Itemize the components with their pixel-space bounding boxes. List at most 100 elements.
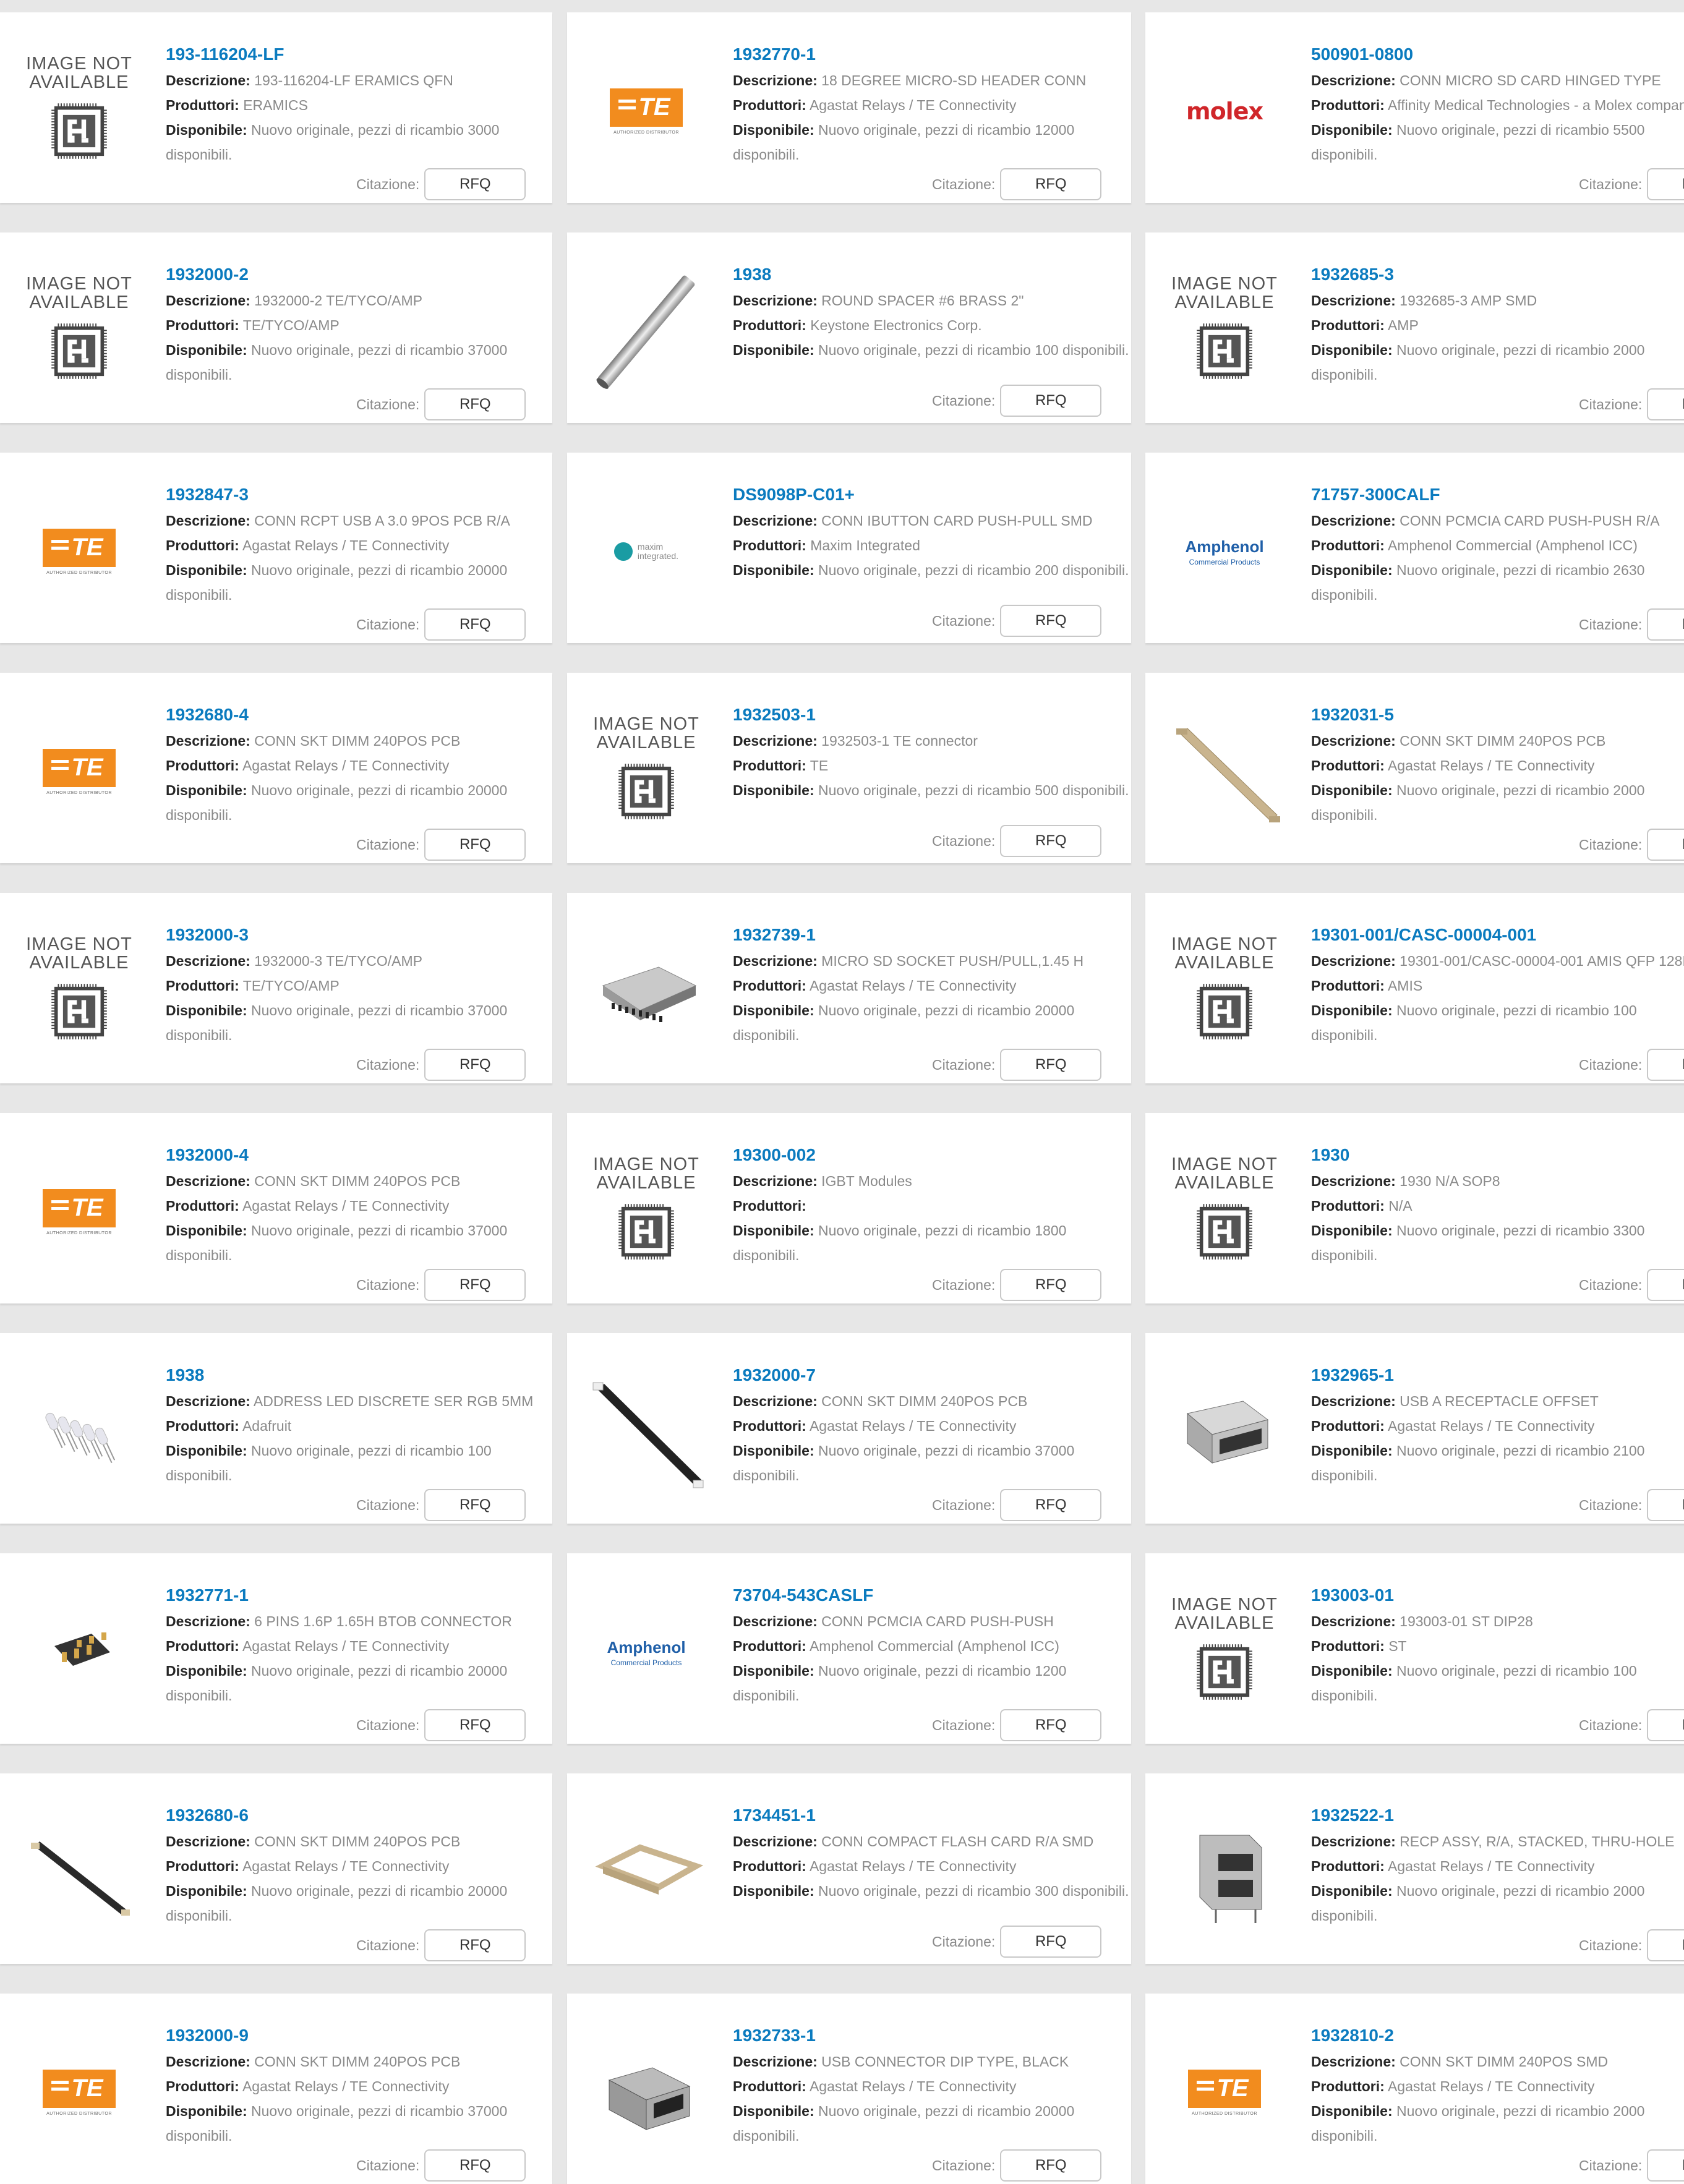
product-thumbnail[interactable]: IMAGE NOT AVAILABLE [1156, 1584, 1293, 1720]
part-number-link[interactable]: 1932739-1 [733, 923, 1131, 947]
part-number-link[interactable]: 1932965-1 [1311, 1363, 1684, 1388]
rfq-button[interactable]: RFQ [424, 1709, 526, 1741]
part-number-link[interactable]: 1932031-5 [1311, 702, 1684, 727]
quote-row: Citazione: RFQ [1579, 608, 1684, 641]
part-number-link[interactable]: 1938 [733, 262, 1131, 287]
part-number-link[interactable]: 1932733-1 [733, 2023, 1131, 2048]
product-card: 1938 Descrizione: ADDRESS LED DISCRETE S… [0, 1333, 552, 1524]
rfq-button[interactable]: RFQ [1000, 1269, 1102, 1301]
product-thumbnail[interactable] [578, 263, 714, 399]
product-thumbnail[interactable] [11, 1584, 147, 1720]
rfq-button[interactable]: RFQ [1647, 2149, 1684, 2182]
product-thumbnail[interactable]: Amphenol Commercial Products [1156, 484, 1293, 620]
rfq-button[interactable]: RFQ [1647, 608, 1684, 641]
product-thumbnail[interactable]: IMAGE NOT AVAILABLE [11, 924, 147, 1060]
part-number-link[interactable]: 71757-300CALF [1311, 482, 1684, 507]
part-number-link[interactable]: 1932771-1 [166, 1583, 552, 1608]
product-thumbnail[interactable] [578, 1364, 714, 1500]
part-number-link[interactable]: 1932000-7 [733, 1363, 1131, 1388]
part-number-link[interactable]: 1932847-3 [166, 482, 552, 507]
rfq-button[interactable]: RFQ [1647, 1489, 1684, 1521]
rfq-button[interactable]: RFQ [1000, 825, 1102, 857]
part-number-link[interactable]: 1734451-1 [733, 1803, 1131, 1828]
manufacturer-label: Produttori: [733, 97, 806, 113]
product-thumbnail[interactable]: IMAGE NOT AVAILABLE [578, 704, 714, 840]
product-thumbnail[interactable] [1156, 1804, 1293, 1940]
rfq-button[interactable]: RFQ [424, 168, 526, 200]
rfq-button[interactable]: RFQ [424, 829, 526, 861]
product-thumbnail[interactable] [578, 924, 714, 1060]
manufacturer-label: Produttori: [1311, 97, 1385, 113]
description-row: Descrizione: CONN SKT DIMM 240POS PCB [166, 2049, 552, 2074]
product-thumbnail[interactable]: TE AUTHORIZED DISTRIBUTOR [11, 1144, 147, 1280]
rfq-button[interactable]: RFQ [1000, 1489, 1102, 1521]
part-number-link[interactable]: 1932770-1 [733, 42, 1131, 67]
product-thumbnail[interactable]: molex [1156, 43, 1293, 179]
manufacturer-value: Agastat Relays / TE Connectivity [242, 757, 450, 774]
product-thumbnail[interactable]: TE AUTHORIZED DISTRIBUTOR [578, 43, 714, 179]
rfq-button[interactable]: RFQ [424, 2149, 526, 2182]
product-thumbnail[interactable]: maxim integrated. [578, 484, 714, 620]
rfq-button[interactable]: RFQ [1647, 1709, 1684, 1741]
part-number-link[interactable]: 1932680-4 [166, 702, 552, 727]
rfq-button[interactable]: RFQ [424, 1269, 526, 1301]
part-number-link[interactable]: 1932522-1 [1311, 1803, 1684, 1828]
part-number-link[interactable]: 1932000-3 [166, 923, 552, 947]
availability-label: Disponibile: [733, 2103, 814, 2119]
product-thumbnail[interactable]: TE AUTHORIZED DISTRIBUTOR [1156, 2024, 1293, 2161]
product-thumbnail[interactable] [578, 1804, 714, 1940]
rfq-button[interactable]: RFQ [424, 1489, 526, 1521]
part-number-link[interactable]: 1932810-2 [1311, 2023, 1684, 2048]
part-number-link[interactable]: 1932000-9 [166, 2023, 552, 2048]
product-thumbnail[interactable]: IMAGE NOT AVAILABLE [11, 263, 147, 399]
part-number-link[interactable]: 1938 [166, 1363, 552, 1388]
rfq-button[interactable]: RFQ [1647, 1929, 1684, 1961]
part-number-link[interactable]: 19300-002 [733, 1143, 1131, 1167]
rfq-button[interactable]: RFQ [1647, 1269, 1684, 1301]
product-thumbnail[interactable]: TE AUTHORIZED DISTRIBUTOR [11, 2024, 147, 2161]
part-number-link[interactable]: 500901-0800 [1311, 42, 1684, 67]
rfq-button[interactable]: RFQ [1000, 2149, 1102, 2182]
rfq-button[interactable]: RFQ [1000, 1926, 1102, 1958]
product-thumbnail[interactable]: Amphenol Commercial Products [578, 1584, 714, 1720]
product-thumbnail[interactable] [11, 1804, 147, 1940]
rfq-button[interactable]: RFQ [424, 1929, 526, 1961]
rfq-button[interactable]: RFQ [424, 388, 526, 420]
part-number-link[interactable]: DS9098P-C01+ [733, 482, 1131, 507]
part-number-link[interactable]: 193-116204-LF [166, 42, 552, 67]
product-thumbnail[interactable]: TE AUTHORIZED DISTRIBUTOR [11, 484, 147, 620]
product-thumbnail[interactable]: IMAGE NOT AVAILABLE [1156, 1144, 1293, 1280]
product-thumbnail[interactable]: TE AUTHORIZED DISTRIBUTOR [11, 704, 147, 840]
product-thumbnail[interactable] [578, 2024, 714, 2161]
rfq-button[interactable]: RFQ [1000, 605, 1102, 637]
part-number-link[interactable]: 1930 [1311, 1143, 1684, 1167]
part-number-link[interactable]: 193003-01 [1311, 1583, 1684, 1608]
rfq-button[interactable]: RFQ [1647, 388, 1684, 420]
rfq-button[interactable]: RFQ [1647, 168, 1684, 200]
part-number-link[interactable]: 1932000-2 [166, 262, 552, 287]
part-number-link[interactable]: 73704-543CASLF [733, 1583, 1131, 1608]
rfq-button[interactable]: RFQ [424, 1049, 526, 1081]
part-number-link[interactable]: 1932680-6 [166, 1803, 552, 1828]
rfq-button[interactable]: RFQ [1000, 1049, 1102, 1081]
part-number-link[interactable]: 1932685-3 [1311, 262, 1684, 287]
product-thumbnail[interactable] [1156, 1364, 1293, 1500]
rfq-button[interactable]: RFQ [1000, 1709, 1102, 1741]
rfq-button[interactable]: RFQ [1647, 829, 1684, 861]
product-thumbnail[interactable]: IMAGE NOT AVAILABLE [1156, 263, 1293, 399]
rfq-button[interactable]: RFQ [1647, 1049, 1684, 1081]
product-thumbnail[interactable]: IMAGE NOT AVAILABLE [11, 43, 147, 179]
product-thumbnail[interactable] [1156, 704, 1293, 840]
rfq-button[interactable]: RFQ [1000, 168, 1102, 200]
rfq-button[interactable]: RFQ [424, 608, 526, 641]
part-number-link[interactable]: 1932503-1 [733, 702, 1131, 727]
product-thumbnail[interactable]: IMAGE NOT AVAILABLE [578, 1144, 714, 1280]
product-thumbnail[interactable] [11, 1364, 147, 1500]
part-number-link[interactable]: 1932000-4 [166, 1143, 552, 1167]
manufacturer-label: Produttori: [166, 537, 239, 553]
part-number-link[interactable]: 19301-001/CASC-00004-001 [1311, 923, 1684, 947]
rfq-button[interactable]: RFQ [1000, 385, 1102, 417]
product-thumbnail[interactable]: IMAGE NOT AVAILABLE [1156, 924, 1293, 1060]
manufacturer-value: Agastat Relays / TE Connectivity [242, 1858, 450, 1874]
manufacturer-label: Produttori: [166, 1418, 239, 1434]
